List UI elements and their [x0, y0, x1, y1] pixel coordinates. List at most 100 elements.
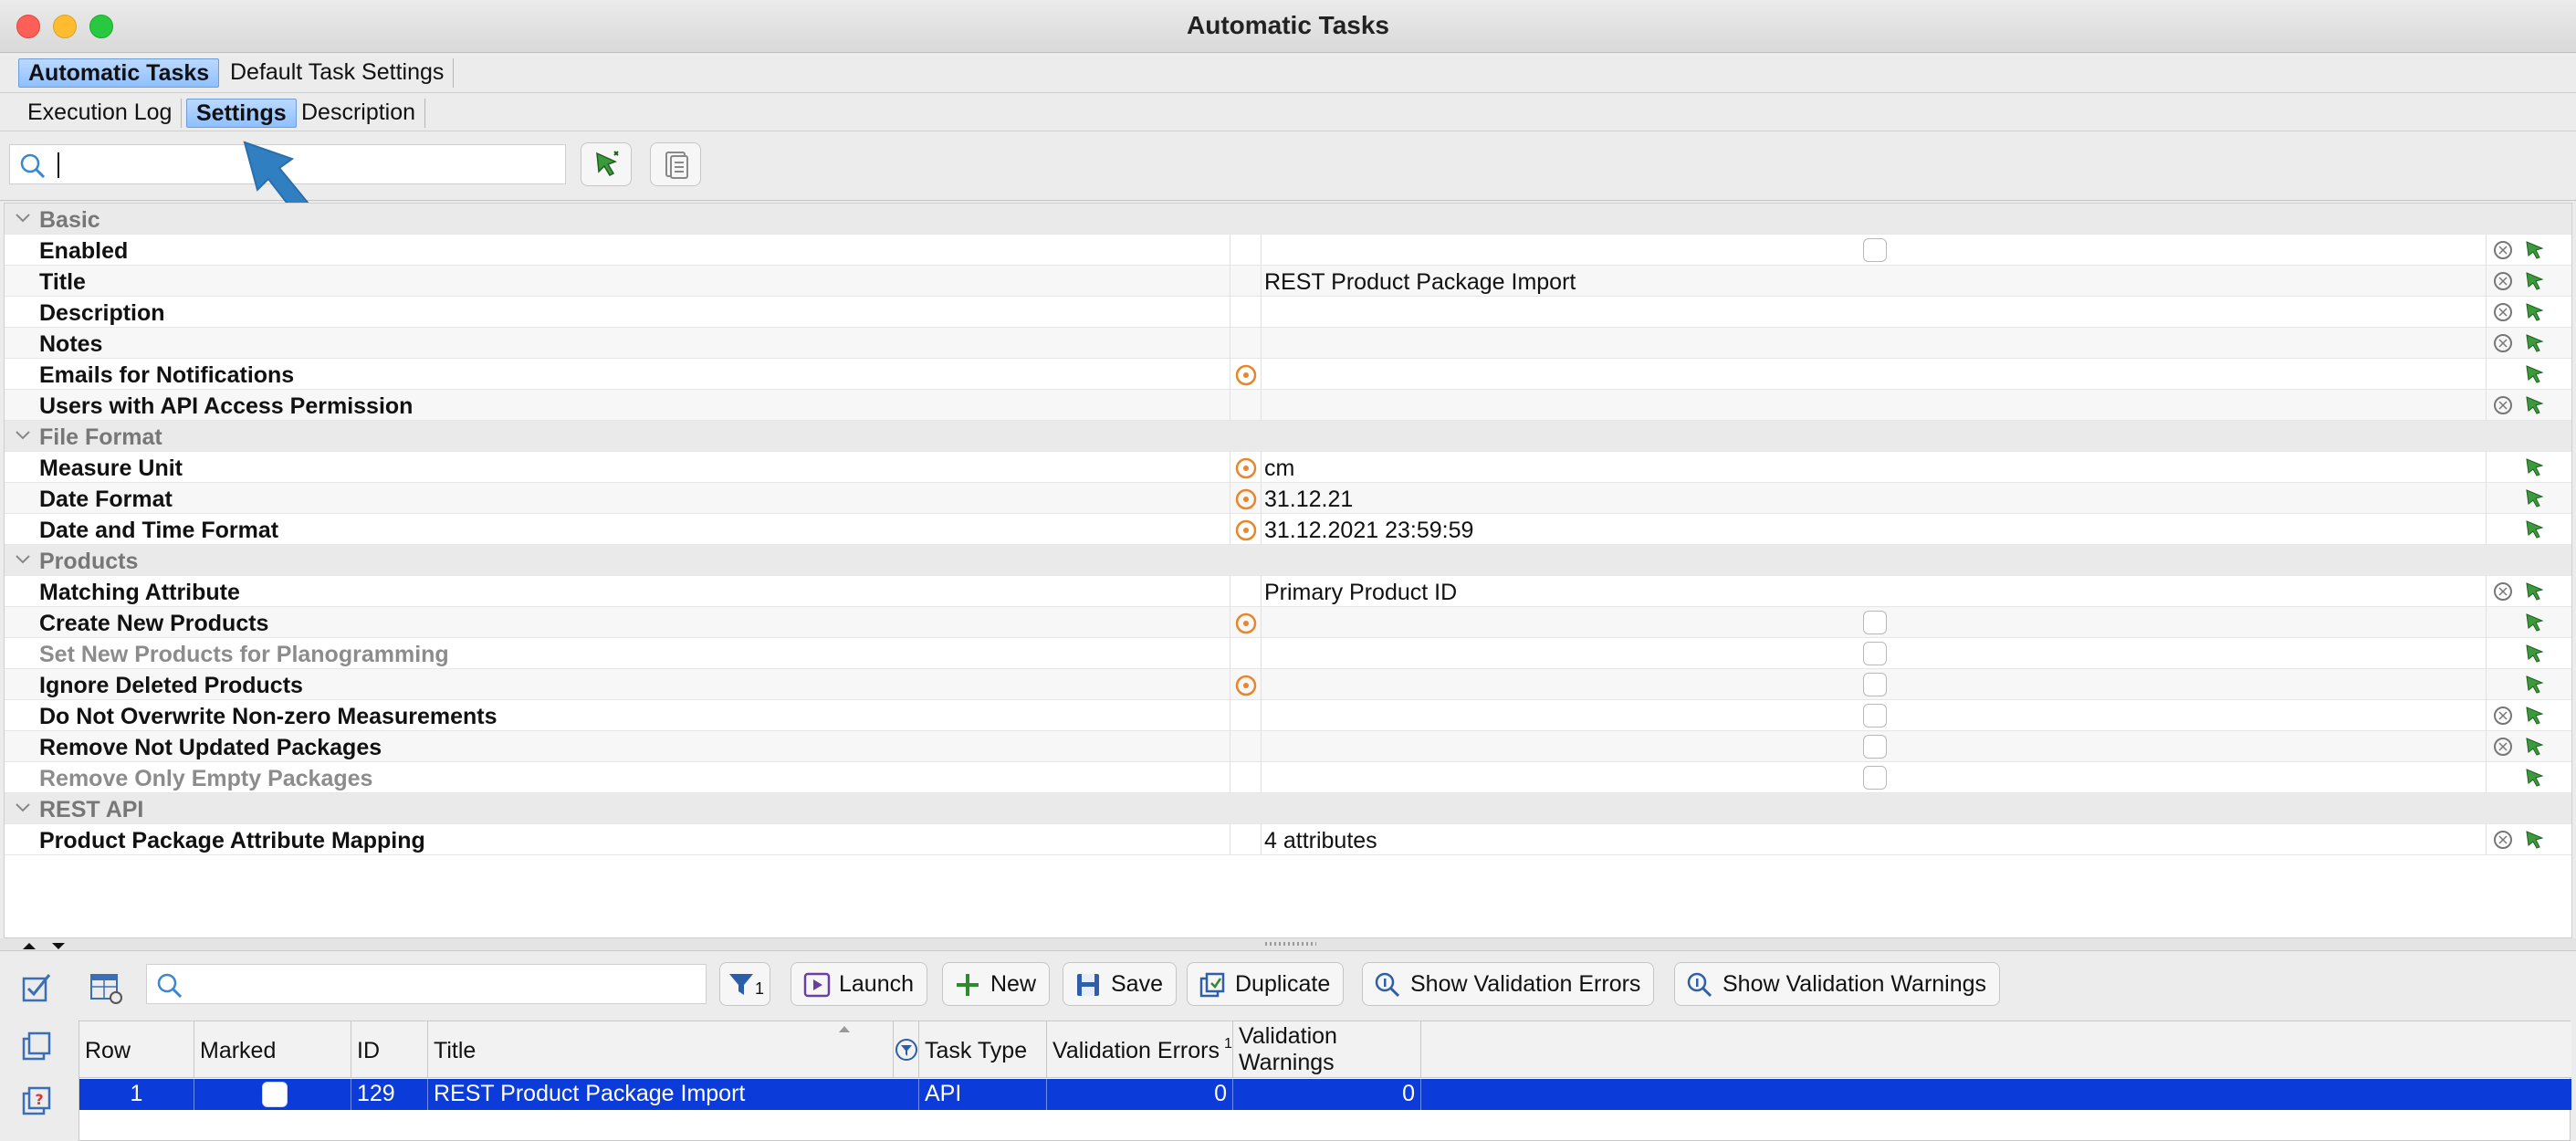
property-row-title[interactable]: Title REST Product Package Import [5, 266, 2571, 297]
tab-settings[interactable]: Settings [186, 99, 297, 128]
task-search-input[interactable] [146, 964, 707, 1004]
splitter-grip[interactable] [1265, 942, 1316, 946]
remove-not-updated-checkbox[interactable] [1863, 735, 1887, 759]
pointer-icon[interactable] [2522, 704, 2546, 728]
settings-toolbar [0, 131, 2576, 201]
reset-icon[interactable] [2491, 735, 2515, 759]
save-button[interactable]: Save [1063, 962, 1177, 1006]
reset-icon[interactable] [2491, 269, 2515, 293]
column-header-id[interactable]: ID [351, 1021, 428, 1078]
create-new-products-checkbox[interactable] [1863, 611, 1887, 634]
reset-icon[interactable] [2491, 331, 2515, 355]
column-header-validation-warnings[interactable]: Validation Warnings [1233, 1021, 1421, 1078]
column-header-marked[interactable]: Marked [194, 1021, 351, 1078]
property-row-notes[interactable]: Notes [5, 328, 2571, 359]
reset-icon[interactable] [2491, 393, 2515, 417]
no-overwrite-checkbox[interactable] [1863, 704, 1887, 728]
table-row[interactable]: 1 129 REST Product Package Import API 0 … [79, 1079, 2571, 1110]
property-row-create-new-products[interactable]: Create New Products [5, 607, 2571, 638]
collapse-down-icon[interactable] [49, 940, 68, 951]
property-row-description[interactable]: Description [5, 297, 2571, 328]
pointer-icon[interactable] [2522, 518, 2546, 541]
pointer-icon[interactable] [2522, 238, 2546, 262]
property-row-emails[interactable]: Emails for Notifications [5, 359, 2571, 390]
pointer-icon[interactable] [2522, 331, 2546, 355]
property-row-measure-unit[interactable]: Measure Unit cm [5, 452, 2571, 483]
select-all-icon[interactable] [18, 969, 55, 1006]
pointer-icon[interactable] [2522, 673, 2546, 696]
help-icon[interactable]: ? [18, 1083, 55, 1119]
pointer-icon[interactable] [2522, 362, 2546, 386]
pointer-icon[interactable] [2522, 487, 2546, 510]
property-row-users-api[interactable]: Users with API Access Permission [5, 390, 2571, 421]
property-row-package-attribute-mapping[interactable]: Product Package Attribute Mapping 4 attr… [5, 824, 2571, 855]
column-header-validation-errors[interactable]: Validation Errors [1047, 1021, 1233, 1078]
tab-automatic-tasks[interactable]: Automatic Tasks [18, 58, 220, 88]
new-button[interactable]: New [942, 962, 1051, 1006]
property-value[interactable]: Primary Product ID [1264, 580, 1457, 606]
pointer-select-button[interactable] [581, 142, 632, 186]
copy-rows-icon[interactable] [18, 1028, 55, 1064]
clipboard-icon [665, 152, 688, 179]
show-validation-warnings-button[interactable]: Show Validation Warnings [1674, 962, 2001, 1006]
cell-title: REST Product Package Import [428, 1079, 919, 1110]
property-row-no-overwrite[interactable]: Do Not Overwrite Non-zero Measurements [5, 700, 2571, 731]
reset-icon[interactable] [2491, 828, 2515, 852]
pointer-icon[interactable] [2522, 828, 2546, 852]
property-row-remove-only-empty[interactable]: Remove Only Empty Packages [5, 762, 2571, 793]
column-header-row[interactable]: Row [79, 1021, 194, 1078]
tab-default-task-settings[interactable]: Default Task Settings [221, 58, 455, 88]
set-new-planogramming-checkbox[interactable] [1863, 642, 1887, 665]
pointer-icon[interactable] [2522, 580, 2546, 603]
property-value[interactable]: REST Product Package Import [1264, 269, 1576, 296]
pointer-icon[interactable] [2522, 455, 2546, 479]
plus-icon [957, 974, 979, 996]
default-value-icon [1235, 612, 1257, 634]
pointer-icon[interactable] [2522, 269, 2546, 293]
remove-only-empty-checkbox[interactable] [1863, 766, 1887, 790]
pointer-icon[interactable] [2522, 611, 2546, 634]
property-value[interactable]: cm [1264, 455, 1294, 482]
reset-icon[interactable] [2491, 580, 2515, 603]
property-row-date-format[interactable]: Date Format 31.12.21 [5, 483, 2571, 514]
property-value[interactable]: 31.12.2021 23:59:59 [1264, 518, 1473, 544]
filter-button[interactable]: 1 [719, 962, 770, 1006]
property-row-datetime-format[interactable]: Date and Time Format 31.12.2021 23:59:59 [5, 514, 2571, 545]
pointer-icon[interactable] [2522, 393, 2546, 417]
group-header-basic[interactable]: Basic [5, 204, 2571, 235]
property-row-remove-not-updated[interactable]: Remove Not Updated Packages [5, 731, 2571, 762]
reset-icon[interactable] [2491, 238, 2515, 262]
table-settings-icon[interactable] [88, 969, 124, 1006]
pointer-icon[interactable] [2522, 300, 2546, 324]
property-row-set-new-planogramming[interactable]: Set New Products for Planogramming [5, 638, 2571, 669]
collapse-up-icon[interactable] [20, 940, 38, 951]
reset-icon[interactable] [2491, 300, 2515, 324]
pointer-icon[interactable] [2522, 766, 2546, 790]
copy-button[interactable] [650, 142, 701, 186]
reset-icon[interactable] [2491, 704, 2515, 728]
show-validation-errors-button[interactable]: Show Validation Errors [1362, 962, 1655, 1006]
column-header-task-type[interactable]: Task Type [919, 1021, 1047, 1078]
property-row-ignore-deleted[interactable]: Ignore Deleted Products [5, 669, 2571, 700]
duplicate-button[interactable]: Duplicate [1187, 962, 1345, 1006]
ignore-deleted-checkbox[interactable] [1863, 673, 1887, 696]
property-row-matching-attribute[interactable]: Matching Attribute Primary Product ID [5, 576, 2571, 607]
tab-description[interactable]: Description [292, 99, 426, 128]
group-header-products[interactable]: Products [5, 545, 2571, 576]
column-filter-button[interactable] [894, 1021, 919, 1078]
property-value[interactable]: 31.12.21 [1264, 487, 1353, 513]
column-header-title[interactable]: Title 1 [428, 1021, 1232, 1078]
property-value[interactable]: 4 attributes [1264, 828, 1377, 854]
default-value-icon [1235, 457, 1257, 479]
group-header-rest-api[interactable]: REST API [5, 793, 2571, 824]
property-label: Do Not Overwrite Non-zero Measurements [39, 704, 497, 729]
group-header-file-format[interactable]: File Format [5, 421, 2571, 452]
tab-execution-log[interactable]: Execution Log [18, 99, 183, 128]
launch-button[interactable]: Launch [791, 962, 928, 1006]
panel-splitter[interactable] [0, 938, 2576, 951]
pointer-icon[interactable] [2522, 735, 2546, 759]
enabled-checkbox[interactable] [1863, 238, 1887, 262]
row-marked-checkbox[interactable] [262, 1082, 288, 1107]
pointer-icon[interactable] [2522, 642, 2546, 665]
property-row-enabled[interactable]: Enabled [5, 235, 2571, 266]
